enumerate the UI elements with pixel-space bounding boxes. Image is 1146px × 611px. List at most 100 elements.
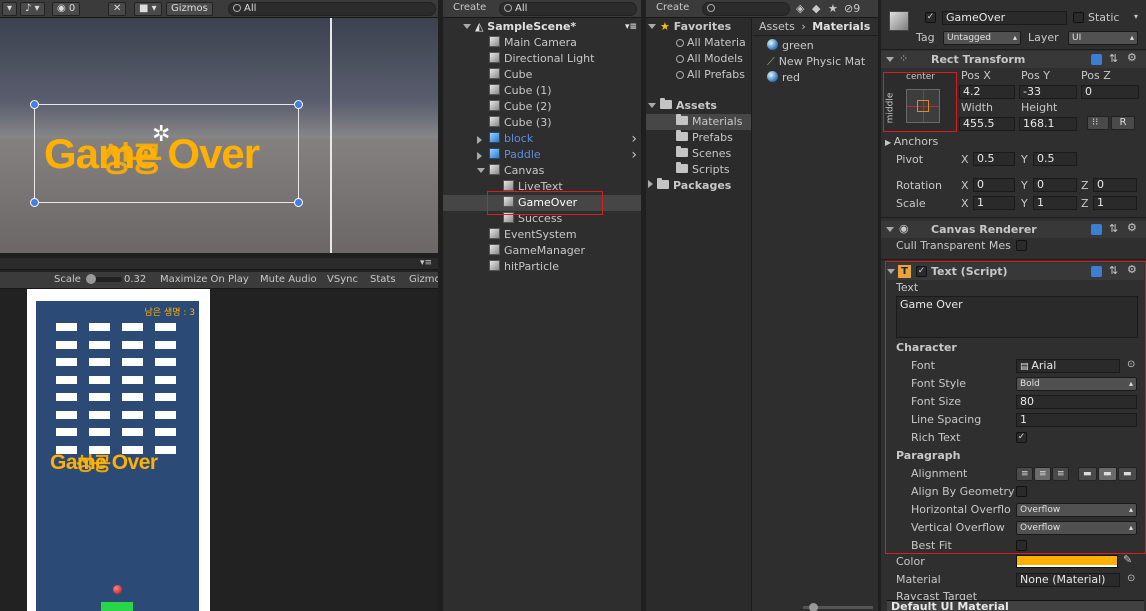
- layer-dropdown[interactable]: UI: [1068, 31, 1138, 45]
- object-picker-icon[interactable]: ⊙: [1127, 359, 1135, 370]
- anchors-label[interactable]: ▶ Anchors: [885, 135, 938, 148]
- scale-z-field[interactable]: 1: [1093, 196, 1137, 210]
- raw-edit-button[interactable]: R: [1111, 116, 1135, 130]
- favorite-item[interactable]: All Prefabs: [646, 67, 751, 83]
- scene-search[interactable]: All: [228, 2, 436, 16]
- breadcrumb-materials[interactable]: Materials: [812, 20, 870, 33]
- help-icon[interactable]: [1091, 266, 1102, 277]
- font-size-field[interactable]: 80: [1016, 395, 1137, 409]
- cull-transparent-checkbox[interactable]: [1016, 240, 1027, 251]
- eyedropper-icon[interactable]: ✎: [1123, 553, 1132, 566]
- material-field[interactable]: None (Material): [1016, 573, 1120, 587]
- h-overflow-dropdown[interactable]: Overflow: [1016, 503, 1137, 517]
- asset-file[interactable]: red: [753, 70, 878, 86]
- tools-icon[interactable]: ✕: [108, 2, 127, 16]
- expand-icon[interactable]: [648, 103, 656, 108]
- expand-icon[interactable]: [463, 24, 471, 29]
- pos-z-field[interactable]: 0: [1081, 85, 1139, 99]
- layers-toggle[interactable]: ▾: [2, 2, 18, 16]
- favorite-item[interactable]: All Models: [646, 51, 751, 67]
- name-field[interactable]: GameOver: [942, 11, 1067, 25]
- preset-icon[interactable]: ⇅: [1109, 52, 1118, 65]
- v-overflow-dropdown[interactable]: Overflow: [1016, 521, 1137, 535]
- pivot-y-field[interactable]: 0.5: [1033, 152, 1077, 166]
- canvas-renderer-header[interactable]: ◉ Canvas Renderer ⇅ ⚙: [881, 221, 1146, 238]
- favorite-item[interactable]: All Materia: [646, 35, 751, 51]
- hierarchy-create-button[interactable]: Create: [453, 2, 486, 13]
- hidden-count-icon[interactable]: ⊘9: [844, 2, 860, 15]
- hierarchy-item[interactable]: EventSystem: [443, 227, 641, 243]
- text-enabled-checkbox[interactable]: ✓: [916, 266, 927, 277]
- expand-icon[interactable]: [886, 57, 894, 62]
- expand-icon[interactable]: [887, 269, 895, 274]
- mute-audio-toggle[interactable]: Mute Audio: [260, 274, 317, 285]
- star-icon[interactable]: ★: [828, 2, 838, 15]
- hierarchy-item[interactable]: GameManager: [443, 243, 641, 259]
- rotation-y-field[interactable]: 0: [1033, 178, 1077, 192]
- asset-file[interactable]: ⟋ New Physic Mat: [753, 54, 878, 70]
- align-middle-button[interactable]: ▬: [1098, 467, 1117, 481]
- rich-text-checkbox[interactable]: ✓: [1016, 432, 1027, 443]
- gear-icon[interactable]: ⚙: [1127, 221, 1137, 234]
- active-checkbox[interactable]: ✓: [925, 12, 936, 23]
- hierarchy-item[interactable]: hitParticle: [443, 259, 641, 275]
- expand-icon[interactable]: [648, 180, 653, 188]
- assets-folder-prefabs[interactable]: Prefabs: [646, 130, 751, 146]
- align-center-button[interactable]: ≡: [1034, 467, 1051, 481]
- align-geometry-checkbox[interactable]: [1016, 486, 1027, 497]
- rect-handle[interactable]: [30, 198, 39, 207]
- anchor-preset-widget[interactable]: center middle: [883, 72, 957, 132]
- help-icon[interactable]: [1091, 54, 1102, 65]
- align-right-button[interactable]: ≡: [1052, 467, 1069, 481]
- hierarchy-item[interactable]: Canvas: [443, 163, 641, 179]
- text-area[interactable]: Game Over: [896, 296, 1138, 338]
- expand-icon[interactable]: [648, 24, 656, 29]
- prefab-open-icon[interactable]: ›: [631, 131, 637, 147]
- audio-toggle[interactable]: ♪ ▾: [20, 2, 45, 16]
- label-icon[interactable]: ◆: [812, 2, 820, 15]
- color-swatch[interactable]: [1016, 555, 1118, 568]
- project-search[interactable]: [702, 2, 790, 16]
- gizmos-dropdown[interactable]: Gizmos: [166, 2, 213, 16]
- hierarchy-item[interactable]: Directional Light: [443, 51, 641, 67]
- rect-handle[interactable]: [294, 198, 303, 207]
- hierarchy-item[interactable]: Cube: [443, 67, 641, 83]
- breadcrumb-assets[interactable]: Assets: [759, 20, 795, 33]
- vsync-toggle[interactable]: VSync: [327, 274, 358, 285]
- rect-handle[interactable]: [294, 100, 303, 109]
- rotation-x-field[interactable]: 0: [973, 178, 1015, 192]
- filter-icon[interactable]: ◈: [796, 2, 804, 15]
- project-create-button[interactable]: Create: [656, 2, 689, 13]
- asset-file[interactable]: green: [753, 38, 878, 54]
- expand-icon[interactable]: [886, 227, 894, 232]
- zoom-slider[interactable]: [803, 603, 873, 611]
- text-script-header[interactable]: T ✓ Text (Script) ⇅ ⚙: [887, 263, 1144, 280]
- hierarchy-item[interactable]: Cube (2): [443, 99, 641, 115]
- preset-icon[interactable]: ⇅: [1109, 264, 1118, 277]
- tag-dropdown[interactable]: Untagged: [943, 31, 1021, 45]
- hierarchy-item[interactable]: Cube (1): [443, 83, 641, 99]
- scale-y-field[interactable]: 1: [1033, 196, 1077, 210]
- favorites-header[interactable]: ★ Favorites: [646, 19, 751, 35]
- assets-folder-materials[interactable]: Materials: [646, 114, 751, 130]
- pos-y-field[interactable]: -33: [1019, 85, 1077, 99]
- static-checkbox[interactable]: [1073, 12, 1084, 23]
- hierarchy-item[interactable]: Paddle ›: [443, 147, 641, 163]
- maximize-on-play-toggle[interactable]: Maximize On Play: [160, 274, 249, 285]
- line-spacing-field[interactable]: 1: [1016, 413, 1137, 427]
- assets-folder-scripts[interactable]: Scripts: [646, 162, 751, 178]
- hierarchy-item[interactable]: block ›: [443, 131, 641, 147]
- help-icon[interactable]: [1091, 224, 1102, 235]
- pivot-x-field[interactable]: 0.5: [973, 152, 1015, 166]
- stats-toggle[interactable]: Stats: [370, 274, 396, 285]
- width-field[interactable]: 455.5: [959, 117, 1015, 131]
- pos-x-field[interactable]: 4.2: [959, 85, 1015, 99]
- assets-folder-scenes[interactable]: Scenes: [646, 146, 751, 162]
- hierarchy-search[interactable]: All: [499, 2, 637, 16]
- packages-header[interactable]: Packages: [646, 178, 751, 194]
- align-top-button[interactable]: ▬: [1078, 467, 1097, 481]
- rotation-z-field[interactable]: 0: [1093, 178, 1137, 192]
- object-picker-icon[interactable]: ⊙: [1127, 573, 1135, 584]
- preset-icon[interactable]: ⇅: [1109, 222, 1118, 235]
- effects-toggle[interactable]: ◉ 0: [52, 2, 81, 16]
